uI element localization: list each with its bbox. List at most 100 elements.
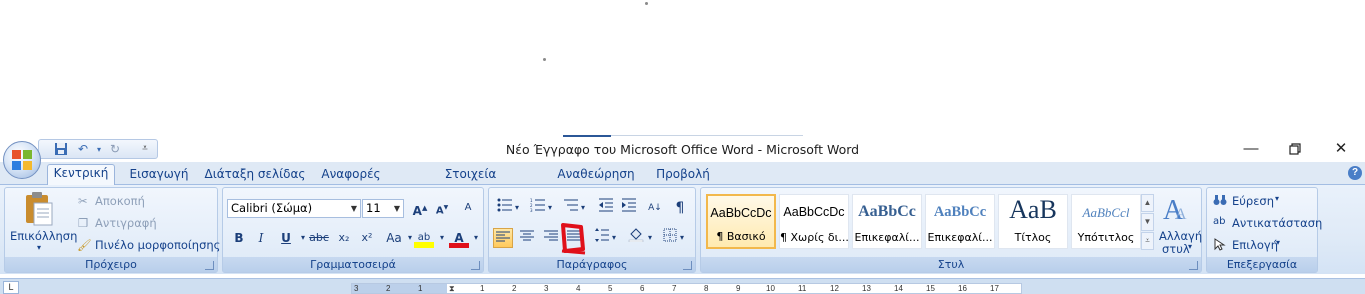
ruler-indent-marker[interactable]: ⧗ bbox=[449, 284, 455, 293]
font-size-value: 11 bbox=[366, 201, 381, 215]
ruler-tick: 16 bbox=[958, 284, 967, 293]
format-painter-button[interactable]: Πινέλο μορφοποίησης bbox=[95, 238, 220, 252]
multilevel-dropdown-icon[interactable]: ▾ bbox=[578, 198, 588, 218]
redo-icon[interactable]: ↻ bbox=[107, 142, 123, 157]
shading-icon[interactable] bbox=[626, 228, 646, 248]
style-subtitle[interactable]: AaBbCcl Υπότιτλος bbox=[1071, 194, 1141, 249]
ruler-tick: 5 bbox=[608, 284, 613, 293]
style-name: Τίτλος bbox=[1014, 231, 1052, 244]
shading-dropdown-icon[interactable]: ▾ bbox=[645, 228, 655, 248]
save-icon[interactable] bbox=[53, 142, 69, 157]
customize-qat-icon[interactable]: ⩡ bbox=[137, 141, 153, 156]
clear-formatting-label: A bbox=[464, 202, 472, 213]
style-preview: AaBbCcl bbox=[1082, 205, 1130, 220]
change-styles-dropdown-icon[interactable]: ▾ bbox=[1188, 242, 1192, 251]
ruler-tick: 9 bbox=[736, 284, 741, 293]
decrease-indent-icon[interactable] bbox=[596, 198, 616, 218]
change-styles-label[interactable]: Αλλαγή bbox=[1159, 229, 1202, 243]
grow-font-label: A bbox=[412, 204, 422, 218]
restore-icon[interactable] bbox=[1280, 140, 1310, 158]
style-title[interactable]: AaB Τίτλος bbox=[998, 194, 1068, 249]
style-heading-2[interactable]: AaBbCc Επικεφαλί... bbox=[925, 194, 995, 249]
styles-scroll-down-icon[interactable]: ▼ bbox=[1141, 213, 1154, 231]
tab-selector[interactable]: L bbox=[3, 281, 19, 294]
font-size-combo[interactable]: 11 ▼ bbox=[362, 199, 404, 218]
tab-references[interactable]: Αναφορές bbox=[314, 166, 388, 185]
clear-formatting-button[interactable]: A bbox=[458, 198, 478, 218]
ruler-tick: 3 bbox=[354, 284, 359, 293]
find-dropdown-icon[interactable]: ▾ bbox=[1275, 194, 1279, 203]
bold-button[interactable]: B bbox=[229, 228, 249, 248]
borders-dropdown-icon[interactable]: ▾ bbox=[677, 228, 687, 248]
help-icon[interactable]: ? bbox=[1348, 166, 1362, 180]
paste-icon[interactable] bbox=[20, 191, 56, 227]
align-center-icon[interactable] bbox=[517, 228, 537, 248]
ruler-left-margin bbox=[352, 284, 447, 293]
ruler-tick: 8 bbox=[704, 284, 709, 293]
align-left-icon[interactable] bbox=[493, 228, 513, 248]
find-button[interactable]: Εύρεση bbox=[1232, 194, 1274, 208]
italic-button[interactable]: I bbox=[251, 228, 271, 248]
paste-button[interactable]: Επικόλληση bbox=[10, 229, 77, 243]
chevron-down-icon: ▼ bbox=[350, 204, 357, 213]
paragraph-launcher-icon[interactable] bbox=[683, 261, 692, 270]
office-button[interactable] bbox=[3, 141, 41, 179]
superscript-button[interactable]: x² bbox=[357, 228, 377, 248]
copy-button[interactable]: Αντιγραφή bbox=[95, 216, 157, 230]
line-spacing-dropdown-icon[interactable]: ▾ bbox=[609, 228, 619, 248]
subscript-button[interactable]: x₂ bbox=[334, 228, 354, 248]
styles-scroll-up-icon[interactable]: ▲ bbox=[1141, 194, 1154, 212]
close-icon[interactable]: ✕ bbox=[1326, 140, 1356, 158]
undo-icon[interactable]: ↶ bbox=[75, 142, 91, 157]
change-styles-icon[interactable]: AA bbox=[1161, 193, 1191, 226]
font-launcher-icon[interactable] bbox=[471, 261, 480, 270]
bullets-dropdown-icon[interactable]: ▾ bbox=[512, 198, 522, 218]
select-button[interactable]: Επιλογή bbox=[1232, 238, 1278, 252]
tab-review[interactable]: Αναθεώρηση bbox=[553, 166, 639, 185]
document-scroll-track bbox=[611, 135, 803, 136]
show-formatting-marks-button[interactable]: ¶ bbox=[670, 198, 690, 218]
tab-page-layout[interactable]: Διάταξη σελίδας bbox=[204, 166, 306, 185]
style-heading-1[interactable]: AaBbCc Επικεφαλί... bbox=[852, 194, 922, 249]
ruler-tick: 15 bbox=[926, 284, 935, 293]
tab-home[interactable]: Κεντρική bbox=[47, 164, 115, 186]
ruler-tick: 14 bbox=[894, 284, 903, 293]
numbering-dropdown-icon[interactable]: ▾ bbox=[545, 198, 555, 218]
shrink-font-label: A bbox=[435, 205, 444, 217]
styles-launcher-icon[interactable] bbox=[1189, 261, 1198, 270]
undo-dropdown-icon[interactable]: ▾ bbox=[91, 142, 107, 157]
font-color-dropdown-icon[interactable]: ▾ bbox=[466, 228, 486, 248]
style-normal[interactable]: AaBbCcDc ¶ Βασικό bbox=[706, 194, 776, 249]
page-corner-mark bbox=[543, 58, 546, 61]
clipboard-launcher-icon[interactable] bbox=[205, 261, 214, 270]
cut-button[interactable]: Αποκοπή bbox=[95, 194, 145, 208]
strikethrough-button[interactable]: abc bbox=[309, 228, 329, 248]
sort-icon[interactable]: A↓ bbox=[645, 198, 665, 218]
increase-indent-icon[interactable] bbox=[619, 198, 639, 218]
shrink-font-button[interactable]: A▼ bbox=[432, 198, 452, 218]
ruler-tick: 1 bbox=[480, 284, 485, 293]
tab-view[interactable]: Προβολή bbox=[649, 166, 717, 185]
replace-button[interactable]: Αντικατάσταση bbox=[1232, 216, 1322, 230]
styles-more-icon[interactable]: ⩡ bbox=[1141, 232, 1154, 250]
clipboard-group-label: Πρόχειρο bbox=[5, 257, 217, 272]
paste-dropdown-icon[interactable]: ▾ bbox=[37, 243, 41, 252]
style-preview: AaBbCcDc bbox=[710, 206, 772, 220]
style-preview: AaBbCc bbox=[933, 204, 987, 220]
style-name: ¶ Χωρίς δι... bbox=[780, 231, 848, 244]
change-styles-label-line2[interactable]: στυλ bbox=[1162, 242, 1190, 256]
styles-group-label: Στυλ bbox=[701, 257, 1201, 272]
font-group-label: Γραμματοσειρά bbox=[223, 257, 483, 272]
grow-font-button[interactable]: A▲ bbox=[410, 198, 430, 218]
cut-icon: ✂ bbox=[78, 194, 88, 208]
tab-mailings[interactable]: Στοιχεία αλληλογραφίας bbox=[398, 166, 543, 198]
style-no-spacing[interactable]: AaBbCcDc ¶ Χωρίς δι... bbox=[779, 194, 849, 249]
select-dropdown-icon[interactable]: ▾ bbox=[1276, 238, 1280, 247]
highlight-button[interactable]: ab bbox=[414, 228, 434, 248]
style-name: Υπότιτλος bbox=[1077, 231, 1135, 244]
font-name-combo[interactable]: Calibri (Σώμα) ▼ bbox=[227, 199, 361, 218]
document-scroll-marker bbox=[563, 135, 611, 137]
tab-insert[interactable]: Εισαγωγή bbox=[124, 166, 194, 185]
minimize-icon[interactable]: — bbox=[1236, 140, 1266, 158]
horizontal-ruler[interactable]: 3 2 1 ⧗ 1 2 3 4 5 6 7 8 9 10 11 12 13 14… bbox=[351, 283, 1022, 294]
